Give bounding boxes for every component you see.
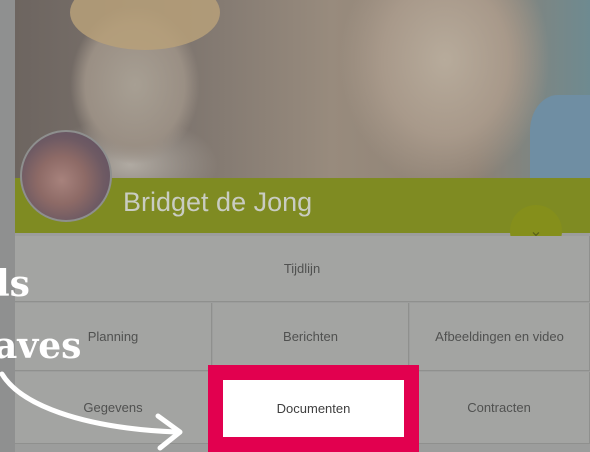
- tab-label: Contracten: [467, 400, 531, 415]
- tab-label: Afbeeldingen en video: [435, 329, 564, 344]
- overlay-caption-line2: aves: [0, 325, 82, 367]
- overlay-caption-line1: ls: [0, 263, 30, 305]
- tab-label: Tijdlijn: [283, 261, 321, 276]
- avatar[interactable]: [20, 130, 112, 222]
- tab-afbeeldingen-en-video[interactable]: Afbeeldingen en video: [410, 303, 590, 371]
- tab-label: Berichten: [283, 329, 338, 344]
- arrow-icon: [0, 371, 183, 451]
- tab-tijdlijn[interactable]: Tijdlijn: [15, 236, 590, 302]
- cover-photo-detail: [530, 95, 590, 180]
- tab-berichten[interactable]: Berichten: [213, 303, 409, 371]
- cover-photo-detail: [70, 0, 220, 50]
- tab-label: Planning: [87, 329, 139, 344]
- tab-label: Documenten: [276, 401, 351, 416]
- profile-name: Bridget de Jong: [123, 187, 313, 217]
- tab-contracten[interactable]: Contracten: [409, 372, 590, 444]
- tab-documenten[interactable]: Documenten: [223, 380, 404, 437]
